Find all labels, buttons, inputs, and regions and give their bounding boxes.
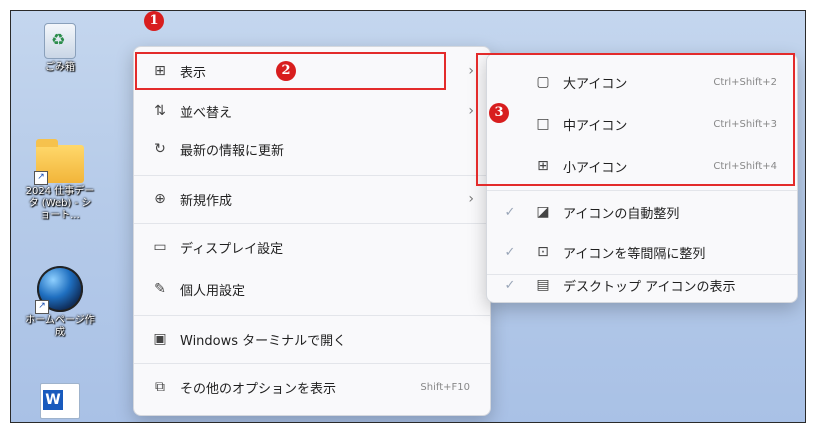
step-badge-3: 3 bbox=[489, 103, 509, 123]
refresh-icon: ↻ bbox=[154, 141, 166, 157]
brush-icon: ✎ bbox=[154, 281, 166, 297]
globe-label: ホームページ作成 bbox=[25, 315, 95, 338]
show-desktop-icons-icon: ▤ bbox=[536, 277, 550, 293]
submenu-item-label: アイコンを等間隔に整列 bbox=[563, 246, 706, 262]
menu-separator bbox=[134, 363, 490, 364]
menu-item-sort[interactable]: ⇅ 並べ替え › bbox=[140, 93, 484, 129]
recycle-bin-label: ごみ箱 bbox=[45, 62, 75, 73]
globe-desktop-icon[interactable]: ↗ ホームページ作成 bbox=[25, 266, 95, 339]
submenu-item-show-desktop-icons[interactable]: ✓ ▤ デスクトップ アイコンの表示 bbox=[493, 270, 791, 300]
menu-item-more-options[interactable]: ⧉ その他のオプションを表示 Shift+F10 bbox=[140, 369, 484, 405]
submenu-item-auto-arrange[interactable]: ✓ ◪ アイコンの自動整列 bbox=[493, 194, 791, 230]
submenu-item-align-grid[interactable]: ✓ ⊡ アイコンを等間隔に整列 bbox=[493, 234, 791, 270]
menu-item-label: 個人用設定 bbox=[180, 283, 246, 299]
menu-item-personalize[interactable]: ✎ 個人用設定 bbox=[140, 271, 484, 307]
chevron-right-icon: › bbox=[468, 103, 474, 119]
shortcut-arrow-icon: ↗ bbox=[35, 300, 49, 314]
step-badge-2: 2 bbox=[276, 61, 296, 81]
plus-circle-icon: ⊕ bbox=[154, 191, 166, 207]
menu-item-refresh[interactable]: ↻ 最新の情報に更新 bbox=[140, 131, 484, 167]
recycle-bin-icon: ♻ bbox=[44, 23, 76, 59]
menu-item-label: Windows ターミナルで開く bbox=[180, 333, 347, 349]
globe-icon: ↗ bbox=[35, 266, 83, 314]
menu-item-open-terminal[interactable]: ▣ Windows ターミナルで開く bbox=[140, 321, 484, 357]
align-grid-icon: ⊡ bbox=[537, 244, 549, 260]
highlight-box-view-submenu bbox=[476, 53, 795, 186]
menu-item-label: ディスプレイ設定 bbox=[180, 241, 284, 257]
word-desktop-icon[interactable]: W bbox=[25, 383, 95, 419]
sort-icon: ⇅ bbox=[154, 103, 166, 119]
menu-item-display-settings[interactable]: ▭ ディスプレイ設定 bbox=[140, 229, 484, 265]
check-icon: ✓ bbox=[504, 244, 516, 260]
menu-separator bbox=[487, 190, 797, 191]
auto-arrange-icon: ◪ bbox=[536, 204, 550, 220]
menu-item-label: 最新の情報に更新 bbox=[180, 143, 285, 159]
menu-item-label: 新規作成 bbox=[180, 193, 233, 209]
display-icon: ▭ bbox=[153, 239, 167, 255]
context-menu: ⊞ 表示 › ⇅ 並べ替え › ↻ 最新の情報に更新 ⊕ 新規作成 › ▭ ディ… bbox=[133, 46, 491, 416]
submenu-item-label: デスクトップ アイコンの表示 bbox=[563, 279, 736, 295]
menu-item-label: その他のオプションを表示 bbox=[180, 381, 337, 397]
shortcut-text: Shift+F10 bbox=[420, 381, 470, 393]
menu-separator bbox=[134, 315, 490, 316]
recycle-bin-desktop-icon[interactable]: ♻ ごみ箱 bbox=[25, 23, 95, 74]
word-icon: W bbox=[40, 383, 80, 419]
chevron-right-icon: › bbox=[468, 191, 474, 207]
terminal-icon: ▣ bbox=[153, 331, 167, 347]
check-icon: ✓ bbox=[504, 277, 516, 293]
check-icon: ✓ bbox=[504, 204, 516, 220]
chevron-right-icon: › bbox=[468, 63, 474, 79]
submenu-item-label: アイコンの自動整列 bbox=[563, 206, 680, 222]
desktop: ♻ ごみ箱 ↗ 2024 仕事データ (Web) - ショート... ↗ ホーム… bbox=[10, 10, 806, 423]
menu-separator bbox=[134, 223, 490, 224]
menu-separator bbox=[134, 175, 490, 176]
folder-label: 2024 仕事データ (Web) - ショート... bbox=[25, 186, 95, 221]
folder-desktop-icon[interactable]: ↗ 2024 仕事データ (Web) - ショート... bbox=[25, 139, 95, 222]
more-options-icon: ⧉ bbox=[155, 379, 165, 395]
menu-item-label: 並べ替え bbox=[180, 105, 233, 121]
folder-icon: ↗ bbox=[34, 139, 84, 185]
menu-item-new[interactable]: ⊕ 新規作成 › bbox=[140, 181, 484, 217]
step-badge-1: 1 bbox=[144, 11, 164, 31]
shortcut-arrow-icon: ↗ bbox=[34, 171, 48, 185]
